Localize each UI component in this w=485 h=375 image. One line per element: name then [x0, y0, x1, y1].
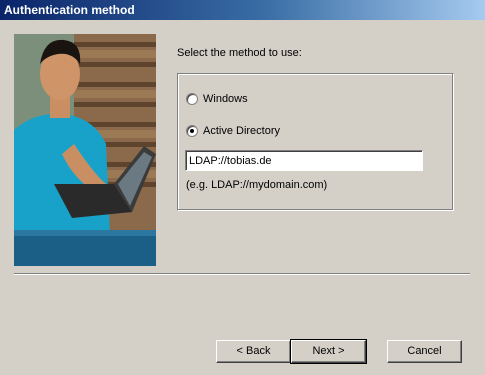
ldap-path-input[interactable] — [185, 150, 423, 171]
active-directory-radio-option[interactable]: Active Directory — [186, 125, 280, 137]
dialog-title: Authentication method — [4, 3, 135, 17]
method-prompt: Select the method to use: — [177, 47, 302, 59]
active-directory-radio-label: Active Directory — [203, 125, 281, 137]
ldap-example-hint: (e.g. LDAP://mydomain.com) — [186, 179, 328, 191]
cancel-button[interactable]: Cancel — [387, 340, 462, 363]
footer-separator — [14, 273, 470, 275]
windows-radio-button[interactable] — [186, 93, 198, 105]
dialog-titlebar: Authentication method — [0, 0, 485, 20]
windows-radio-option[interactable]: Windows — [186, 93, 248, 105]
back-button[interactable]: < Back — [216, 340, 291, 363]
windows-radio-label: Windows — [203, 93, 248, 105]
wizard-banner-image — [14, 34, 156, 266]
active-directory-radio-button[interactable] — [186, 125, 198, 137]
next-button[interactable]: Next > — [290, 339, 367, 364]
